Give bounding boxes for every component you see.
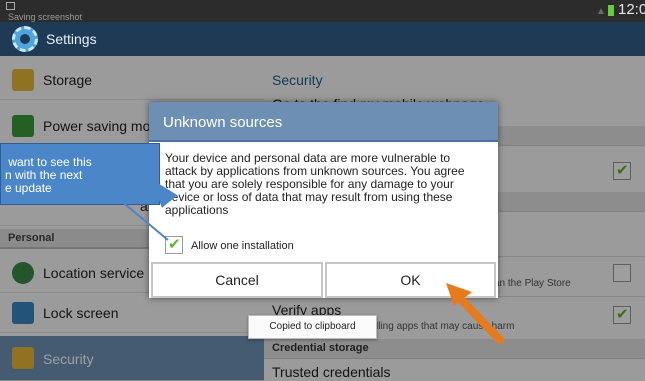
clipboard-toast: Copied to clipboard: [248, 315, 377, 339]
battery-icon: [608, 5, 614, 16]
unknown-sources-dialog: Unknown sources Your device and personal…: [149, 102, 498, 298]
dialog-header: Unknown sources: [149, 102, 498, 142]
signal-icon: ▲: [596, 6, 606, 17]
cancel-button[interactable]: Cancel: [151, 262, 323, 298]
status-bar: Saving screenshot ▲ 12:06: [0, 0, 645, 22]
notification-text: Saving screenshot: [8, 12, 83, 22]
ok-button[interactable]: OK: [325, 262, 496, 298]
screenshot-notification-icon: [6, 2, 15, 10]
allow-one-installation[interactable]: Allow one installation: [165, 235, 365, 256]
dialog-title: Unknown sources: [163, 114, 283, 131]
checkbox-label: Allow one installation: [191, 240, 294, 252]
page-title: Settings: [46, 31, 97, 47]
dialog-message: Your device and personal data are more v…: [165, 151, 465, 217]
checkbox[interactable]: [165, 235, 183, 254]
clock: 12:06: [618, 1, 645, 18]
tooltip-text: want to see this n with the next e updat…: [5, 155, 92, 195]
action-bar: Settings: [0, 22, 645, 56]
gear-icon[interactable]: [12, 26, 38, 52]
tooltip-callout: want to see this n with the next e updat…: [0, 143, 160, 205]
